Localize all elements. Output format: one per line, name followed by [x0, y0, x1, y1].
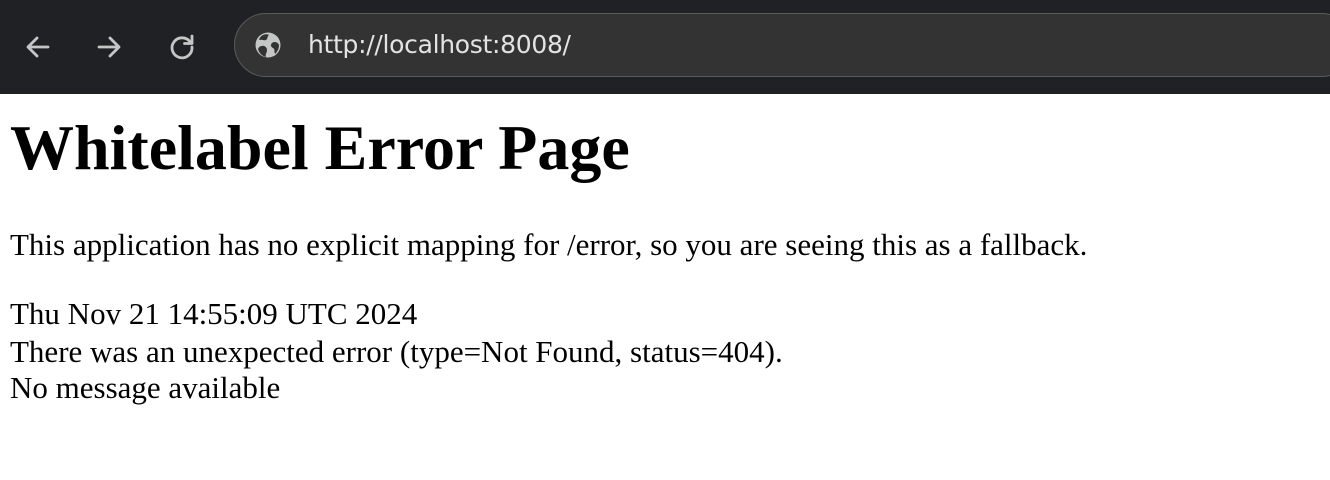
page-title: Whitelabel Error Page: [10, 112, 630, 183]
url-text[interactable]: http://localhost:8008/: [308, 28, 571, 62]
arrow-left-icon: [26, 36, 50, 58]
error-message: No message available: [10, 370, 281, 405]
reload-button[interactable]: [160, 25, 204, 69]
error-explanation: This application has no explicit mapping…: [10, 227, 1088, 262]
forward-button[interactable]: [87, 25, 131, 69]
reload-icon: [170, 34, 194, 60]
page-content: Whitelabel Error Page This application h…: [0, 94, 1330, 480]
error-timestamp: Thu Nov 21 14:55:09 UTC 2024: [10, 296, 418, 331]
browser-toolbar: http://localhost:8008/: [0, 0, 1330, 94]
back-button[interactable]: [16, 25, 60, 69]
error-detail: There was an unexpected error (type=Not …: [10, 334, 783, 369]
address-bar[interactable]: http://localhost:8008/: [234, 13, 1330, 77]
arrow-right-icon: [97, 36, 121, 58]
globe-icon[interactable]: [254, 31, 282, 59]
